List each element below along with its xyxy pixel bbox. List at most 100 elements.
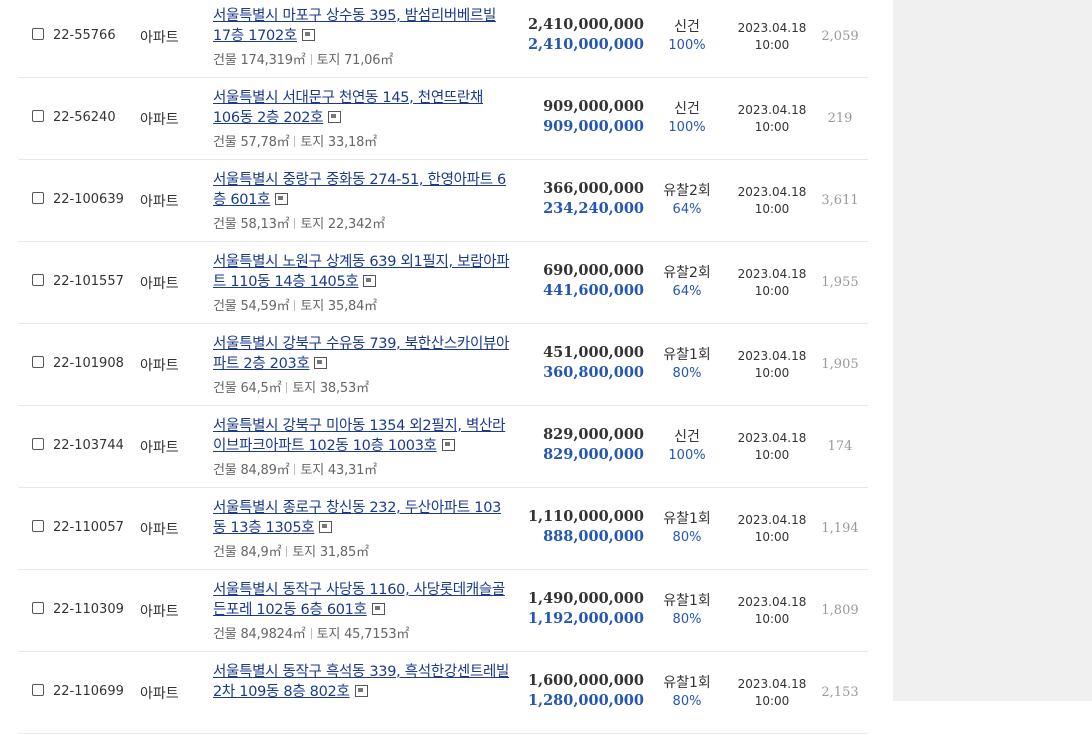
property-kind: 아파트 bbox=[140, 276, 179, 292]
area-info: 건물 57,78㎡ 토지 33,18㎡ bbox=[213, 131, 377, 150]
date-text: 2023.04.18 bbox=[737, 21, 807, 35]
map-popup-icon[interactable] bbox=[328, 111, 342, 123]
map-popup-icon[interactable] bbox=[314, 357, 328, 369]
address-link[interactable]: 서울특별시 중랑구 중화동 274-51, 한영아파트 6층 601호 bbox=[213, 170, 513, 210]
auction-status: 유찰1회 bbox=[663, 511, 711, 527]
map-popup-icon[interactable] bbox=[354, 685, 368, 697]
building-area: 건물 84,9㎡ bbox=[213, 545, 282, 560]
property-kind: 아파트 bbox=[140, 686, 179, 702]
view-count: 1,955 bbox=[821, 275, 859, 290]
row-checkbox[interactable] bbox=[32, 438, 44, 450]
time-text: 10:00 bbox=[754, 694, 790, 708]
address-text[interactable]: 서울특별시 동작구 사당동 1160, 사당롯데캐슬골든포레 102동 6층 6… bbox=[213, 582, 505, 618]
date-text: 2023.04.18 bbox=[737, 103, 807, 117]
map-popup-icon[interactable] bbox=[275, 193, 289, 205]
view-count: 1,194 bbox=[821, 521, 859, 536]
area-info: 건물 64,5㎡ 토지 38,53㎡ bbox=[213, 377, 369, 396]
map-popup-icon[interactable] bbox=[319, 521, 333, 533]
land-area: 토지 33,18㎡ bbox=[300, 135, 377, 150]
map-popup-icon[interactable] bbox=[301, 29, 315, 41]
building-area: 건물 64,5㎡ bbox=[213, 381, 282, 396]
area-info: 건물 58,13㎡ 토지 22,342㎡ bbox=[213, 213, 385, 232]
address-link[interactable]: 서울특별시 마포구 상수동 395, 밤섬리버베르빌 17층 1702호 bbox=[213, 6, 513, 46]
table-row: 22-103744 아파트 서울특별시 강북구 미아동 1354 외2필지, 벽… bbox=[18, 406, 868, 488]
case-number: 22-101557 bbox=[53, 274, 124, 289]
table-row: 22-110057 아파트 서울특별시 종로구 창신동 232, 두산아파트 1… bbox=[18, 488, 868, 570]
address-link[interactable]: 서울특별시 동작구 흑석동 339, 흑석한강센트레빌2차 109동 8층 80… bbox=[213, 662, 513, 702]
time-text: 10:00 bbox=[754, 202, 790, 216]
land-area: 토지 45,7153㎡ bbox=[316, 627, 410, 642]
case-number: 22-110699 bbox=[53, 684, 124, 699]
time-text: 10:00 bbox=[754, 448, 790, 462]
table-row: 22-110309 아파트 서울특별시 동작구 사당동 1160, 사당롯데캐슬… bbox=[18, 570, 868, 652]
map-popup-icon[interactable] bbox=[371, 603, 385, 615]
address-link[interactable]: 서울특별시 종로구 창신동 232, 두산아파트 103동 13층 1305호 bbox=[213, 498, 513, 538]
minimum-price: 234,240,000 bbox=[543, 200, 644, 217]
appraisal-price: 909,000,000 bbox=[543, 98, 644, 115]
address-text[interactable]: 서울특별시 강북구 수유동 739, 북한산스카이뷰아파트 2층 203호 bbox=[213, 336, 509, 372]
auction-date: 2023.04.18 10:00 bbox=[730, 676, 814, 710]
address-text[interactable]: 서울특별시 중랑구 중화동 274-51, 한영아파트 6층 601호 bbox=[213, 172, 506, 208]
table-row: 22-56240 아파트 서울특별시 서대문구 천연동 145, 천연뜨란채 1… bbox=[18, 78, 868, 160]
building-area: 건물 84,9824㎡ bbox=[213, 627, 306, 642]
address-link[interactable]: 서울특별시 강북구 미아동 1354 외2필지, 벽산라이브파크아파트 102동… bbox=[213, 416, 513, 456]
date-text: 2023.04.18 bbox=[737, 677, 807, 691]
time-text: 10:00 bbox=[754, 530, 790, 544]
view-count: 3,611 bbox=[821, 193, 859, 208]
row-checkbox[interactable] bbox=[32, 192, 44, 204]
date-text: 2023.04.18 bbox=[737, 185, 807, 199]
land-area: 토지 43,31㎡ bbox=[300, 463, 377, 478]
view-count: 1,809 bbox=[821, 603, 859, 618]
map-popup-icon[interactable] bbox=[363, 275, 377, 287]
time-text: 10:00 bbox=[754, 38, 790, 52]
address-text[interactable]: 서울특별시 서대문구 천연동 145, 천연뜨란채 106동 2층 202호 bbox=[213, 90, 483, 126]
row-checkbox[interactable] bbox=[32, 274, 44, 286]
divider bbox=[294, 464, 296, 475]
property-kind: 아파트 bbox=[140, 30, 179, 46]
property-kind: 아파트 bbox=[140, 604, 179, 620]
appraisal-price: 829,000,000 bbox=[543, 426, 644, 443]
address-link[interactable]: 서울특별시 강북구 수유동 739, 북한산스카이뷰아파트 2층 203호 bbox=[213, 334, 513, 374]
auction-date: 2023.04.18 10:00 bbox=[730, 20, 814, 54]
row-checkbox[interactable] bbox=[32, 520, 44, 532]
row-checkbox[interactable] bbox=[32, 684, 44, 696]
date-text: 2023.04.18 bbox=[737, 349, 807, 363]
address-link[interactable]: 서울특별시 동작구 사당동 1160, 사당롯데캐슬골든포레 102동 6층 6… bbox=[213, 580, 513, 620]
divider bbox=[310, 54, 312, 65]
row-checkbox[interactable] bbox=[32, 602, 44, 614]
case-number: 22-110057 bbox=[53, 520, 124, 535]
time-text: 10:00 bbox=[754, 612, 790, 626]
address-link[interactable]: 서울특별시 노원구 상계동 639 외1필지, 보람아파트 110동 14층 1… bbox=[213, 252, 513, 292]
price-rate: 100% bbox=[668, 120, 706, 135]
table-row: 22-110699 아파트 서울특별시 동작구 흑석동 339, 흑석한강센트레… bbox=[18, 652, 868, 734]
appraisal-price: 1,600,000,000 bbox=[527, 672, 644, 689]
minimum-price: 829,000,000 bbox=[543, 446, 644, 463]
row-checkbox[interactable] bbox=[32, 28, 44, 40]
auction-status: 유찰1회 bbox=[663, 347, 711, 363]
address-text[interactable]: 서울특별시 강북구 미아동 1354 외2필지, 벽산라이브파크아파트 102동… bbox=[213, 418, 505, 454]
address-text[interactable]: 서울특별시 노원구 상계동 639 외1필지, 보람아파트 110동 14층 1… bbox=[213, 254, 510, 290]
address-text[interactable]: 서울특별시 종로구 창신동 232, 두산아파트 103동 13층 1305호 bbox=[213, 500, 501, 536]
case-number: 22-55766 bbox=[53, 28, 116, 43]
date-text: 2023.04.18 bbox=[737, 595, 807, 609]
row-checkbox[interactable] bbox=[32, 356, 44, 368]
minimum-price: 2,410,000,000 bbox=[527, 36, 644, 53]
map-popup-icon[interactable] bbox=[441, 439, 455, 451]
minimum-price: 441,600,000 bbox=[543, 282, 644, 299]
row-checkbox[interactable] bbox=[32, 110, 44, 122]
table-row: 22-101557 아파트 서울특별시 노원구 상계동 639 외1필지, 보람… bbox=[18, 242, 868, 324]
minimum-price: 360,800,000 bbox=[543, 364, 644, 381]
area-info: 건물 84,9824㎡ 토지 45,7153㎡ bbox=[213, 623, 409, 642]
building-area: 건물 174,319㎡ bbox=[213, 53, 306, 68]
address-link[interactable]: 서울특별시 서대문구 천연동 145, 천연뜨란채 106동 2층 202호 bbox=[213, 88, 513, 128]
auction-date: 2023.04.18 10:00 bbox=[730, 266, 814, 300]
auction-list: 22-55766 아파트 서울특별시 마포구 상수동 395, 밤섬리버베르빌 … bbox=[18, 0, 868, 734]
case-number: 22-110309 bbox=[53, 602, 124, 617]
time-text: 10:00 bbox=[754, 120, 790, 134]
building-area: 건물 54,59㎡ bbox=[213, 299, 290, 314]
table-row: 22-55766 아파트 서울특별시 마포구 상수동 395, 밤섬리버베르빌 … bbox=[18, 0, 868, 78]
address-text[interactable]: 서울특별시 마포구 상수동 395, 밤섬리버베르빌 17층 1702호 bbox=[213, 8, 496, 44]
auction-date: 2023.04.18 10:00 bbox=[730, 102, 814, 136]
case-number: 22-103744 bbox=[53, 438, 124, 453]
appraisal-price: 1,110,000,000 bbox=[527, 508, 644, 525]
